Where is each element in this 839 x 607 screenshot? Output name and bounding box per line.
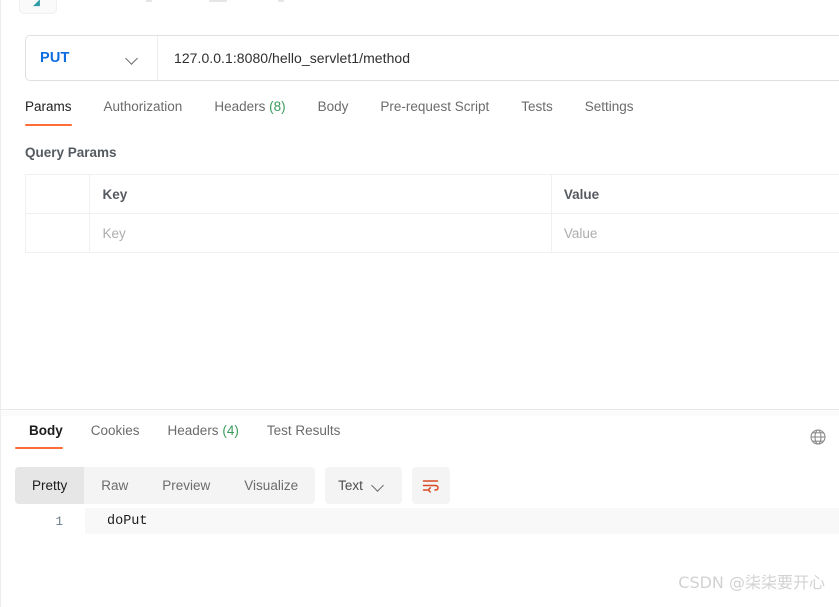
ghost-text-fragment — [209, 0, 227, 2]
row-checkbox-cell[interactable] — [24, 213, 91, 253]
chevron-down-icon — [372, 479, 385, 492]
request-tab-body-label: Body — [317, 99, 349, 114]
request-tab-body[interactable]: Body — [302, 99, 365, 126]
response-body-editor: 1 doPut — [25, 508, 839, 544]
request-tab-authorization[interactable]: Authorization — [88, 99, 199, 126]
ghost-text-fragment — [146, 0, 152, 2]
response-tab-test-results-label: Test Results — [266, 423, 341, 438]
view-mode-raw-label: Raw — [101, 478, 129, 493]
response-tab-cookies[interactable]: Cookies — [77, 423, 154, 449]
ghost-text-fragment — [278, 0, 284, 2]
query-params-title: Query Params — [25, 145, 117, 160]
request-tab-pre-request-script[interactable]: Pre-request Script — [364, 99, 505, 126]
response-tab-body-label: Body — [29, 423, 63, 438]
split-pane-icon: ◢ — [33, 0, 40, 7]
column-header-checkbox — [24, 174, 91, 214]
view-mode-pretty-label: Pretty — [32, 478, 68, 493]
column-header-key: Key — [89, 174, 552, 214]
response-tab-bar: Body Cookies Headers (4) Test Results — [15, 423, 354, 449]
http-method-label: PUT — [40, 50, 70, 66]
request-tab-pre-request-script-label: Pre-request Script — [380, 99, 490, 114]
response-tab-cookies-label: Cookies — [90, 423, 140, 438]
query-params-table: Key Value Key Value — [24, 174, 839, 253]
column-header-value: Value — [550, 174, 839, 214]
request-tab-settings-label: Settings — [584, 99, 634, 114]
table-row: Key Value — [24, 213, 839, 253]
request-tab-headers-count: (8) — [269, 99, 286, 114]
http-method-select[interactable]: PUT — [26, 36, 158, 80]
response-tab-headers[interactable]: Headers (4) — [154, 423, 253, 449]
panel-divider-shadow — [1, 411, 839, 416]
view-mode-preview-label: Preview — [162, 478, 211, 493]
response-tab-test-results[interactable]: Test Results — [253, 423, 355, 449]
line-number: 1 — [55, 515, 63, 529]
view-mode-pretty[interactable]: Pretty — [15, 467, 85, 504]
chevron-down-icon — [126, 52, 139, 65]
response-tab-headers-count: (4) — [222, 423, 239, 438]
view-mode-visualize-label: Visualize — [244, 478, 299, 493]
response-view-toolbar: Pretty Raw Preview Visualize Text — [15, 467, 450, 504]
request-tab-tests-label: Tests — [521, 99, 553, 114]
response-body-line[interactable]: doPut — [85, 508, 839, 534]
view-mode-preview[interactable]: Preview — [145, 467, 227, 504]
row-value-placeholder: Value — [563, 225, 598, 241]
response-format-label: Text — [338, 478, 363, 493]
row-value-cell[interactable]: Value — [550, 213, 839, 253]
wrap-text-icon[interactable] — [411, 467, 450, 504]
response-format-select[interactable]: Text — [325, 467, 402, 504]
table-header-row: Key Value — [24, 174, 839, 214]
postman-request-response-view: ◢ PUT 127.0.0.1:8080/hello_servlet1/meth… — [0, 0, 839, 607]
row-key-cell[interactable]: Key — [89, 213, 552, 253]
request-tab-settings[interactable]: Settings — [569, 99, 650, 126]
request-tab-authorization-label: Authorization — [103, 99, 183, 114]
view-mode-raw[interactable]: Raw — [84, 467, 145, 504]
watermark: CSDN @柒柒要开心 — [678, 573, 825, 592]
top-cutoff-strip: ◢ — [1, 0, 839, 16]
globe-icon[interactable] — [806, 425, 830, 449]
request-url-input[interactable]: 127.0.0.1:8080/hello_servlet1/method — [158, 36, 839, 80]
request-tab-headers-label: Headers — [214, 99, 266, 114]
row-key-placeholder: Key — [102, 225, 126, 241]
view-mode-visualize[interactable]: Visualize — [227, 467, 315, 504]
request-tab-params-label: Params — [25, 99, 72, 114]
response-view-mode-group: Pretty Raw Preview Visualize — [15, 467, 316, 504]
response-tab-body[interactable]: Body — [15, 423, 77, 449]
request-tab-params[interactable]: Params — [25, 99, 88, 126]
response-tab-headers-label: Headers — [167, 423, 219, 438]
panel-divider[interactable] — [1, 409, 839, 410]
request-tab-tests[interactable]: Tests — [505, 99, 569, 126]
request-tab-headers[interactable]: Headers (8) — [198, 99, 301, 126]
request-tab-bar: Params Authorization Headers (8) Body Pr… — [25, 99, 650, 126]
request-url-bar: PUT 127.0.0.1:8080/hello_servlet1/method — [25, 35, 839, 81]
